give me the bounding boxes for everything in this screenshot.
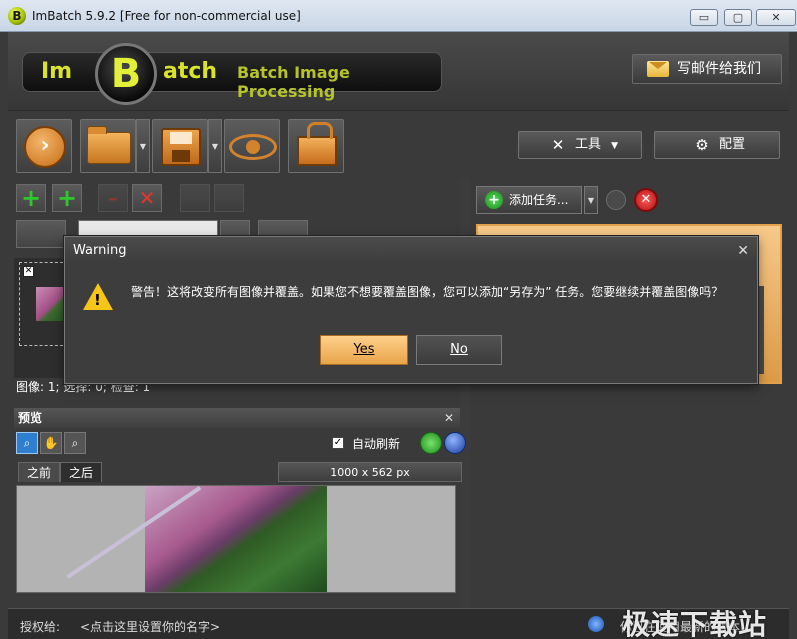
chevron-down-icon: ▼ xyxy=(611,141,619,151)
move-up-button[interactable] xyxy=(180,184,210,212)
logo-tagline: Batch Image Processing xyxy=(237,63,350,101)
status-bar: 授权给: <点击这里设置你的名字> 你已在使用最新的版本 极速下载站 xyxy=(8,608,789,639)
tools-menu-button[interactable]: ✕ 工具 ▼ xyxy=(518,131,642,159)
app-logo-icon: B xyxy=(8,7,26,25)
add-task-dropdown[interactable]: ▼ xyxy=(584,186,598,214)
preview-canvas[interactable] xyxy=(16,485,456,593)
remove-all-button[interactable]: ✕ xyxy=(132,184,162,212)
email-us-label: 写邮件给我们 xyxy=(677,61,761,77)
add-task-label: 添加任务... xyxy=(509,193,569,207)
logo-atch-text: atch xyxy=(163,59,218,84)
add-images-button[interactable]: + xyxy=(16,184,46,212)
imbatch-logo: Im B atch Batch Image Processing xyxy=(22,43,442,105)
auto-refresh-checkbox[interactable]: ✓ xyxy=(332,437,344,449)
preview-eye-button[interactable] xyxy=(224,119,280,173)
open-folder-dropdown[interactable]: ▼ xyxy=(136,119,150,173)
info-icon xyxy=(588,616,604,632)
warning-dialog: Warning ✕ ! 警告！这将改变所有图像并覆盖。如果您不想要覆盖图像，您可… xyxy=(64,236,758,384)
envelope-icon xyxy=(647,61,669,77)
main-toolbar: › ▼ ▼ ✕ 工具 ▼ ⚙ 配置 xyxy=(8,110,789,178)
close-window-button[interactable]: ✕ xyxy=(756,9,796,26)
remove-task-icon[interactable] xyxy=(606,190,626,210)
shopping-bag-icon xyxy=(297,122,337,166)
preview-image xyxy=(66,486,327,592)
thumbnail-check-icon[interactable]: ✕ xyxy=(23,266,34,277)
add-circle-icon: + xyxy=(485,191,503,209)
add-task-button[interactable]: + 添加任务... xyxy=(476,186,582,214)
images-toolbar: + + – ✕ xyxy=(14,184,254,214)
settings-button[interactable]: ⚙ 配置 xyxy=(654,131,780,159)
clear-tasks-icon[interactable]: ✕ xyxy=(634,188,658,212)
eye-icon xyxy=(229,134,277,160)
tab-after[interactable]: 之后 xyxy=(60,462,103,482)
shop-button[interactable] xyxy=(288,119,344,173)
close-preview-icon[interactable]: ✕ xyxy=(444,408,454,428)
play-arrow-icon: › xyxy=(24,126,66,168)
zoom-icon[interactable]: ⌕ xyxy=(16,432,38,454)
run-button[interactable]: › xyxy=(16,119,72,173)
gear-icon: ⚙ xyxy=(695,136,709,154)
preview-header: 预览 ✕ xyxy=(14,408,460,428)
minimize-button[interactable]: ▭ xyxy=(690,9,718,26)
preview-tabs: 之前 之后 1000 x 562 px xyxy=(16,462,462,484)
dialog-titlebar: Warning ✕ xyxy=(65,237,757,265)
image-size-readout: 1000 x 562 px xyxy=(278,462,462,482)
license-label: 授权给: xyxy=(20,620,61,634)
dialog-close-icon[interactable]: ✕ xyxy=(737,237,749,265)
no-button[interactable]: No xyxy=(416,335,502,365)
dialog-title: Warning xyxy=(73,243,127,258)
dialog-message: 警告！这将改变所有图像并覆盖。如果您不想要覆盖图像，您可以添加“另存为” 任务。… xyxy=(131,285,724,299)
save-button[interactable] xyxy=(152,119,208,173)
warning-exclamation: ! xyxy=(94,291,101,309)
app-header: Im B atch Batch Image Processing 写邮件给我们 xyxy=(8,32,789,110)
watermark-text: 极速下载站 xyxy=(622,608,768,639)
add-folder-button[interactable]: + xyxy=(52,184,82,212)
move-down-button[interactable] xyxy=(214,184,244,212)
save-dropdown[interactable]: ▼ xyxy=(208,119,222,173)
preview-toolbar: ⌕ ✋ ⌕ ✓ 自动刷新 xyxy=(14,430,466,456)
zoom-fit-icon[interactable]: ⌕ xyxy=(64,432,86,454)
view-mode-button[interactable] xyxy=(16,220,66,248)
folder-icon xyxy=(87,126,131,164)
floppy-disk-icon xyxy=(161,128,201,166)
tools-label: 工具 xyxy=(575,137,602,152)
yes-button[interactable]: Yes xyxy=(320,335,408,365)
preview-title: 预览 xyxy=(18,411,43,425)
tab-before[interactable]: 之前 xyxy=(18,462,61,482)
auto-refresh-label: 自动刷新 xyxy=(352,437,401,451)
maximize-button[interactable]: ▢ xyxy=(724,9,752,26)
remove-button[interactable]: – xyxy=(98,184,128,212)
globe-icon[interactable] xyxy=(444,432,466,454)
email-us-button[interactable]: 写邮件给我们 xyxy=(632,54,782,84)
logo-b-badge: B xyxy=(95,43,157,105)
refresh-icon[interactable] xyxy=(420,432,442,454)
license-name-link[interactable]: <点击这里设置你的名字> xyxy=(80,618,220,635)
window-title: ImBatch 5.9.2 [Free for non-commercial u… xyxy=(32,9,301,23)
preview-image-road xyxy=(66,486,202,579)
wrench-icon: ✕ xyxy=(551,136,565,154)
hand-pan-icon[interactable]: ✋ xyxy=(40,432,62,454)
settings-label: 配置 xyxy=(719,137,746,152)
logo-im-text: Im xyxy=(41,59,73,84)
open-folder-button[interactable] xyxy=(80,119,136,173)
window-titlebar: B ImBatch 5.9.2 [Free for non-commercial… xyxy=(0,0,797,32)
